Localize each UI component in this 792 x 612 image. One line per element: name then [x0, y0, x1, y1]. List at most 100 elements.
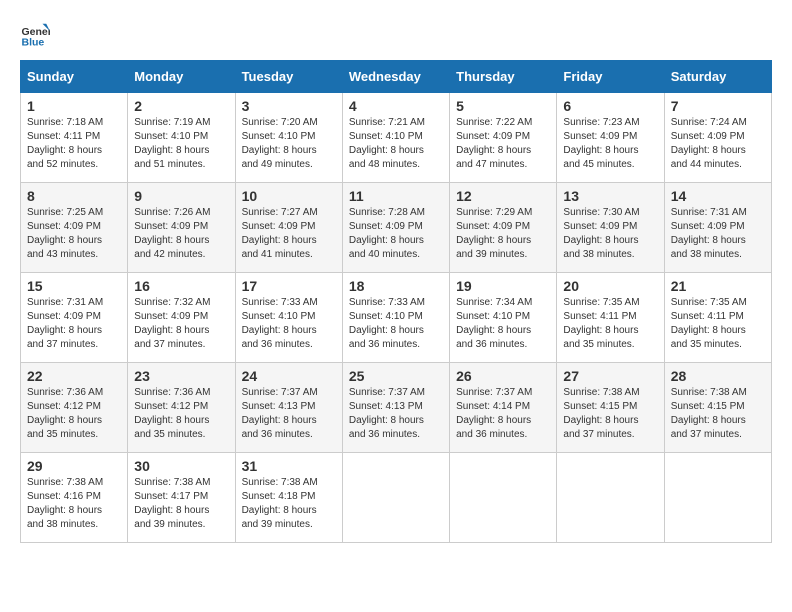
calendar-cell [450, 453, 557, 543]
cell-info: Sunrise: 7:21 AMSunset: 4:10 PMDaylight:… [349, 117, 425, 170]
calendar-cell: 8 Sunrise: 7:25 AMSunset: 4:09 PMDaylight… [21, 183, 128, 273]
day-number: 12 [456, 188, 550, 204]
calendar-cell: 11 Sunrise: 7:28 AMSunset: 4:09 PMDayligh… [342, 183, 449, 273]
calendar-cell: 21Sunrise: 7:35 AMSunset: 4:11 PMDayligh… [664, 273, 771, 363]
day-number: 25 [349, 368, 443, 384]
calendar-cell: 26 Sunrise: 7:37 AMSunset: 4:14 PMDayligh… [450, 363, 557, 453]
day-number: 6 [563, 98, 657, 114]
calendar-cell: 22Sunrise: 7:36 AMSunset: 4:12 PMDayligh… [21, 363, 128, 453]
calendar-cell: 19 Sunrise: 7:34 AMSunset: 4:10 PMDayligh… [450, 273, 557, 363]
day-number: 30 [134, 458, 228, 474]
cell-info: Sunrise: 7:35 AMSunset: 4:11 PMDaylight:… [671, 297, 747, 350]
cell-info: Sunrise: 7:37 AMSunset: 4:14 PMDaylight:… [456, 387, 532, 440]
cell-info: Sunrise: 7:38 AMSunset: 4:15 PMDaylight:… [563, 387, 639, 440]
calendar-cell: 3 Sunrise: 7:20 AMSunset: 4:10 PMDaylight… [235, 93, 342, 183]
calendar-cell: 28 Sunrise: 7:38 AMSunset: 4:15 PMDayligh… [664, 363, 771, 453]
cell-info: Sunrise: 7:34 AMSunset: 4:10 PMDaylight:… [456, 297, 532, 350]
cell-info: Sunrise: 7:26 AMSunset: 4:09 PMDaylight:… [134, 207, 210, 260]
calendar-cell: 13 Sunrise: 7:30 AMSunset: 4:09 PMDayligh… [557, 183, 664, 273]
day-number: 9 [134, 188, 228, 204]
calendar-cell: 29 Sunrise: 7:38 AMSunset: 4:16 PMDayligh… [21, 453, 128, 543]
cell-info: Sunrise: 7:36 AMSunset: 4:12 PMDaylight:… [134, 387, 210, 440]
calendar-cell: 14Sunrise: 7:31 AMSunset: 4:09 PMDayligh… [664, 183, 771, 273]
calendar-cell: 16 Sunrise: 7:32 AMSunset: 4:09 PMDayligh… [128, 273, 235, 363]
day-number: 20 [563, 278, 657, 294]
cell-info: Sunrise: 7:25 AMSunset: 4:09 PMDaylight:… [27, 207, 103, 260]
calendar-cell [342, 453, 449, 543]
day-number: 29 [27, 458, 121, 474]
day-number: 3 [242, 98, 336, 114]
calendar-cell: 30Sunrise: 7:38 AMSunset: 4:17 PMDayligh… [128, 453, 235, 543]
cell-info: Sunrise: 7:20 AMSunset: 4:10 PMDaylight:… [242, 117, 318, 170]
day-number: 28 [671, 368, 765, 384]
day-number: 16 [134, 278, 228, 294]
calendar-cell: 10 Sunrise: 7:27 AMSunset: 4:09 PMDayligh… [235, 183, 342, 273]
day-number: 11 [349, 188, 443, 204]
calendar-cell: 25 Sunrise: 7:37 AMSunset: 4:13 PMDayligh… [342, 363, 449, 453]
calendar-week-row: 15Sunrise: 7:31 AMSunset: 4:09 PMDayligh… [21, 273, 772, 363]
cell-info: Sunrise: 7:19 AMSunset: 4:10 PMDaylight:… [134, 117, 210, 170]
page-header: General Blue [20, 20, 772, 50]
weekday-header: Tuesday [235, 61, 342, 93]
calendar-cell: 6 Sunrise: 7:23 AMSunset: 4:09 PMDaylight… [557, 93, 664, 183]
calendar-cell: 15Sunrise: 7:31 AMSunset: 4:09 PMDayligh… [21, 273, 128, 363]
calendar-cell: 18Sunrise: 7:33 AMSunset: 4:10 PMDayligh… [342, 273, 449, 363]
cell-info: Sunrise: 7:30 AMSunset: 4:09 PMDaylight:… [563, 207, 639, 260]
day-number: 22 [27, 368, 121, 384]
day-number: 19 [456, 278, 550, 294]
cell-info: Sunrise: 7:37 AMSunset: 4:13 PMDaylight:… [349, 387, 425, 440]
calendar-cell [557, 453, 664, 543]
calendar-cell: 4 Sunrise: 7:21 AMSunset: 4:10 PMDaylight… [342, 93, 449, 183]
cell-info: Sunrise: 7:23 AMSunset: 4:09 PMDaylight:… [563, 117, 639, 170]
calendar-cell: 7Sunrise: 7:24 AMSunset: 4:09 PMDaylight… [664, 93, 771, 183]
calendar-cell: 5Sunrise: 7:22 AMSunset: 4:09 PMDaylight… [450, 93, 557, 183]
day-number: 1 [27, 98, 121, 114]
calendar-week-row: 8 Sunrise: 7:25 AMSunset: 4:09 PMDaylight… [21, 183, 772, 273]
cell-info: Sunrise: 7:31 AMSunset: 4:09 PMDaylight:… [27, 297, 103, 350]
cell-info: Sunrise: 7:18 AMSunset: 4:11 PMDaylight:… [27, 117, 103, 170]
calendar-cell: 20 Sunrise: 7:35 AMSunset: 4:11 PMDayligh… [557, 273, 664, 363]
day-number: 24 [242, 368, 336, 384]
cell-info: Sunrise: 7:38 AMSunset: 4:15 PMDaylight:… [671, 387, 747, 440]
cell-info: Sunrise: 7:37 AMSunset: 4:13 PMDaylight:… [242, 387, 318, 440]
calendar-week-row: 29 Sunrise: 7:38 AMSunset: 4:16 PMDayligh… [21, 453, 772, 543]
svg-text:Blue: Blue [22, 37, 45, 49]
cell-info: Sunrise: 7:28 AMSunset: 4:09 PMDaylight:… [349, 207, 425, 260]
calendar-cell: 31Sunrise: 7:38 AMSunset: 4:18 PMDayligh… [235, 453, 342, 543]
cell-info: Sunrise: 7:38 AMSunset: 4:16 PMDaylight:… [27, 477, 103, 530]
calendar-cell: 2 Sunrise: 7:19 AMSunset: 4:10 PMDaylight… [128, 93, 235, 183]
weekday-header: Saturday [664, 61, 771, 93]
calendar-cell: 27 Sunrise: 7:38 AMSunset: 4:15 PMDayligh… [557, 363, 664, 453]
day-number: 4 [349, 98, 443, 114]
cell-info: Sunrise: 7:32 AMSunset: 4:09 PMDaylight:… [134, 297, 210, 350]
day-number: 27 [563, 368, 657, 384]
cell-info: Sunrise: 7:27 AMSunset: 4:09 PMDaylight:… [242, 207, 318, 260]
day-number: 7 [671, 98, 765, 114]
calendar-cell: 12 Sunrise: 7:29 AMSunset: 4:09 PMDayligh… [450, 183, 557, 273]
calendar-week-row: 22 Sunrise: 7:36 AMSunset: 4:12 PMDayligh… [21, 363, 772, 453]
calendar-body: 1 Sunrise: 7:18 AMSunset: 4:11 PMDaylight… [21, 93, 772, 543]
day-number: 23 [134, 368, 228, 384]
calendar-cell: 24 Sunrise: 7:37 AMSunset: 4:13 PMDayligh… [235, 363, 342, 453]
calendar-cell: 1 Sunrise: 7:18 AMSunset: 4:11 PMDaylight… [21, 93, 128, 183]
weekday-header: Wednesday [342, 61, 449, 93]
cell-info: Sunrise: 7:33 AMSunset: 4:10 PMDaylight:… [242, 297, 318, 350]
calendar-cell: 23 Sunrise: 7:36 AMSunset: 4:12 PMDayligh… [128, 363, 235, 453]
day-number: 13 [563, 188, 657, 204]
weekday-header: Monday [128, 61, 235, 93]
day-number: 31 [242, 458, 336, 474]
day-number: 26 [456, 368, 550, 384]
day-number: 10 [242, 188, 336, 204]
cell-info: Sunrise: 7:35 AMSunset: 4:11 PMDaylight:… [563, 297, 639, 350]
logo-icon: General Blue [20, 20, 50, 50]
cell-info: Sunrise: 7:33 AMSunset: 4:10 PMDaylight:… [349, 297, 425, 350]
cell-info: Sunrise: 7:29 AMSunset: 4:09 PMDaylight:… [456, 207, 532, 260]
calendar-table: SundayMondayTuesdayWednesdayThursdayFrid… [20, 60, 772, 543]
calendar-cell: 9 Sunrise: 7:26 AMSunset: 4:09 PMDaylight… [128, 183, 235, 273]
day-number: 5 [456, 98, 550, 114]
calendar-week-row: 1 Sunrise: 7:18 AMSunset: 4:11 PMDaylight… [21, 93, 772, 183]
weekday-header: Thursday [450, 61, 557, 93]
day-number: 2 [134, 98, 228, 114]
day-number: 14 [671, 188, 765, 204]
day-number: 8 [27, 188, 121, 204]
